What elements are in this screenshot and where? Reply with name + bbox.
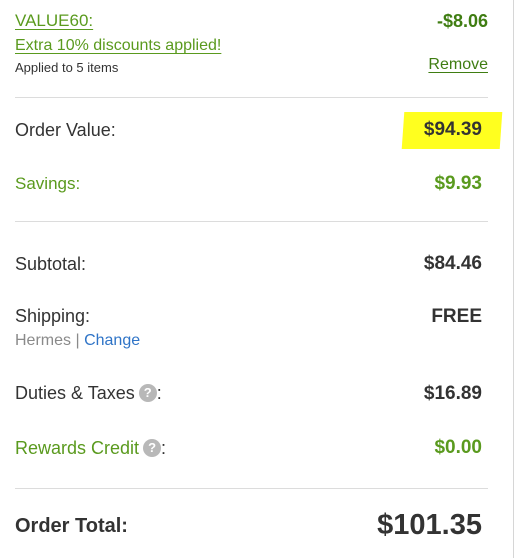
change-shipping-link[interactable]: Change	[84, 332, 140, 349]
rewards-row-label: Rewards Credit?:	[15, 438, 166, 459]
divider	[15, 221, 488, 222]
coupon-code: VALUE60:	[15, 11, 94, 30]
order-value-label: Order Value:	[15, 120, 116, 140]
order-total-amount: $101.35	[377, 509, 482, 541]
duties-colon: :	[156, 383, 162, 403]
shipping-amount: FREE	[431, 306, 482, 327]
duties-row-label: Duties & Taxes?:	[15, 383, 162, 404]
remove-coupon-link[interactable]: Remove	[428, 56, 488, 74]
separator: |	[75, 332, 80, 349]
duties-amount: $16.89	[423, 383, 482, 404]
shipping-carrier-row: Hermes | Change	[15, 332, 140, 350]
shipping-label: Shipping:	[15, 306, 91, 326]
coupon-message: Extra 10% discounts applied!	[15, 37, 222, 54]
coupon-applied-items: Applied to 5 items	[15, 60, 119, 75]
shipping-carrier: Hermes	[15, 332, 72, 349]
rewards-colon: :	[161, 438, 167, 458]
coupon-discount: -$8.06	[436, 11, 488, 31]
divider	[15, 488, 488, 489]
savings-amount: $9.93	[434, 173, 482, 194]
order-value-amount: $94.39	[423, 119, 482, 140]
order-total-label: Order Total:	[15, 515, 128, 537]
rewards-amount: $0.00	[434, 437, 482, 458]
subtotal-label: Subtotal:	[15, 254, 87, 274]
duties-label: Duties & Taxes	[15, 383, 135, 403]
divider	[15, 97, 488, 98]
order-summary-panel: VALUE60: -$8.06 Extra 10% discounts appl…	[0, 0, 514, 558]
subtotal-amount: $84.46	[423, 253, 482, 274]
help-icon[interactable]: ?	[138, 384, 157, 402]
savings-label: Savings:	[15, 174, 81, 193]
rewards-label: Rewards Credit	[15, 438, 140, 458]
help-icon[interactable]: ?	[143, 439, 162, 457]
